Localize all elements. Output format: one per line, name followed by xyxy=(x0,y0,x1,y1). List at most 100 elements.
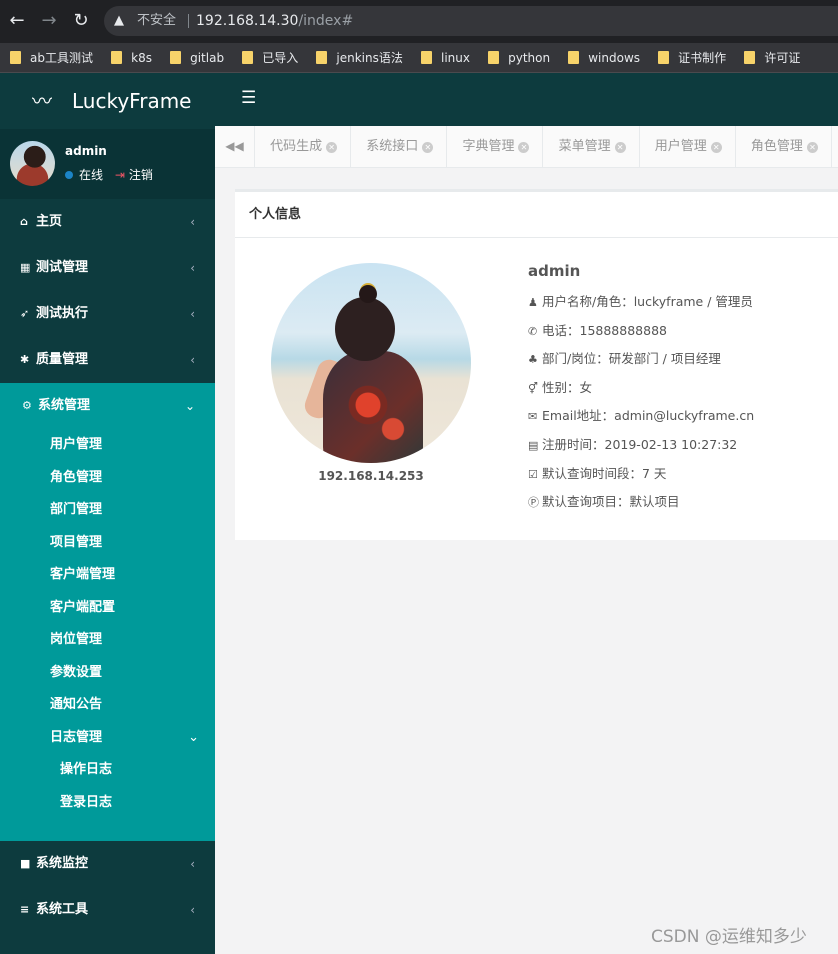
sidebar-subitem[interactable]: 项目管理 xyxy=(0,527,215,560)
bookmark[interactable]: gitlab xyxy=(170,43,224,72)
user-status: 在线 ⇥ 注销 xyxy=(65,166,153,183)
sidebar-system-group: ⚙ 系统管理 ⌄ 用户管理 角色管理 部门管理 项目管理 客户端管理 客户端配置 岗… xyxy=(0,383,215,841)
calendar-icon: ▤ xyxy=(528,438,539,452)
online-label: 在线 xyxy=(79,168,104,182)
warning-icon[interactable]: ▲ xyxy=(114,6,124,36)
app-header xyxy=(215,73,838,126)
close-icon[interactable]: ✕ xyxy=(710,142,722,153)
folder-icon xyxy=(10,51,21,64)
sidebar-subitem[interactable]: 通知公告 xyxy=(0,689,215,722)
bookmark[interactable]: 许可证 xyxy=(744,43,800,72)
profile-row: ✉ Email地址：admin@luckyframe.cn xyxy=(528,402,754,431)
tab[interactable]: 角色管理 ✕ xyxy=(740,126,832,167)
address-divider xyxy=(188,14,189,28)
bookmark[interactable]: python xyxy=(488,43,550,72)
profile-row: ✆ 电话：15888888888 xyxy=(528,317,754,346)
logout-link[interactable]: 注销 xyxy=(129,168,153,182)
chevron-down-icon: ⌄ xyxy=(188,729,199,745)
bookmark[interactable]: 已导入 xyxy=(242,43,298,72)
sidebar-subsubitem[interactable]: 操作日志 xyxy=(0,754,215,787)
folder-icon xyxy=(242,51,254,64)
project-icon: Ⓟ xyxy=(528,496,539,510)
folder-icon xyxy=(420,51,432,64)
hamburger-menu-icon[interactable]: ☰ xyxy=(241,88,256,108)
folder-icon xyxy=(744,51,756,64)
sidebar-item-home[interactable]: ⌂ 主页 ‹ xyxy=(0,199,215,245)
tab[interactable]: 系统接口 ✕ xyxy=(355,126,448,167)
logout-icon[interactable]: ⇥ xyxy=(115,168,125,182)
close-icon[interactable]: ✕ xyxy=(326,142,338,153)
tab[interactable]: 用户管理 ✕ xyxy=(644,126,736,167)
sidebar-item-quality[interactable]: ✱ 质量管理 ‹ xyxy=(0,337,215,383)
avatar[interactable] xyxy=(10,141,55,186)
brand-logo[interactable]: 〰 LuckyFrame xyxy=(0,73,215,129)
bug-icon: ✱ xyxy=(20,353,30,366)
folder-icon xyxy=(111,51,123,64)
bookmark[interactable]: windows xyxy=(568,43,640,72)
profile-ip: 192.168.14.253 xyxy=(318,469,424,483)
bookmark[interactable]: linux xyxy=(420,43,470,72)
reload-icon[interactable]: ↻ xyxy=(70,10,92,32)
tab[interactable]: 字典管理 ✕ xyxy=(451,126,544,167)
url-text[interactable]: 192.168.14.30/index# xyxy=(196,6,353,36)
bookmark[interactable]: ab工具测试 xyxy=(10,43,93,72)
gender-icon: ⚥ xyxy=(528,381,538,395)
sidebar-item-system[interactable]: ⚙ 系统管理 ⌄ xyxy=(0,383,215,429)
tab[interactable]: 菜单管理 ✕ xyxy=(548,126,640,167)
sidebar: 〰 LuckyFrame admin 在线 ⇥ 注销 ⌂ 主页 ‹ ▦ 测试管理 ‹ ➶ 测试… xyxy=(0,73,215,954)
chevron-left-icon: ‹ xyxy=(190,307,195,321)
watermark: CSDN @运维知多少 xyxy=(651,927,807,947)
sidebar-subitem[interactable]: 客户端配置 xyxy=(0,592,215,625)
close-icon[interactable]: ✕ xyxy=(422,142,434,153)
profile-row: ⚥ 性别：女 xyxy=(528,374,754,403)
sidebar-subitem[interactable]: 客户端管理 xyxy=(0,559,215,592)
sidebar-subitem[interactable]: 部门管理 xyxy=(0,494,215,527)
sidebar-group-padding xyxy=(0,819,215,841)
profile-row: ☑ 默认查询时间段：7 天 xyxy=(528,460,754,489)
profile-name: admin xyxy=(528,262,581,280)
address-bar[interactable]: ▲ 不安全 192.168.14.30/index# xyxy=(104,6,838,36)
security-label: 不安全 xyxy=(137,13,177,28)
phone-icon: ✆ xyxy=(528,324,538,338)
folder-icon xyxy=(316,51,328,64)
double-chevron-left-icon[interactable]: ◀◀ xyxy=(215,126,255,167)
forward-arrow-icon[interactable]: → xyxy=(38,10,60,32)
bird-logo-icon: 〰 xyxy=(32,89,52,113)
profile-panel: 个人信息 192.168.14.253 admin ♟ 用户名称/角色：lucky… xyxy=(235,189,838,540)
sidebar-item-tools[interactable]: ≡ 系统工具 ‹ xyxy=(0,887,215,933)
sidebar-subsubitem[interactable]: 登录日志 xyxy=(0,787,215,820)
folder-icon xyxy=(170,51,182,64)
bookmark[interactable]: 证书制作 xyxy=(658,43,726,72)
sidebar-item-test-execution[interactable]: ➶ 测试执行 ‹ xyxy=(0,291,215,337)
bookmarks-bar: ab工具测试 k8s gitlab 已导入 jenkins语法 linux py… xyxy=(0,43,838,73)
profile-photo[interactable] xyxy=(271,263,471,463)
sidebar-subitem[interactable]: 用户管理 xyxy=(0,429,215,462)
browser-toolbar: ← → ↻ ▲ 不安全 192.168.14.30/index# xyxy=(0,0,838,43)
chevron-left-icon: ‹ xyxy=(190,215,195,229)
profile-row: ♣ 部门/岗位：研发部门 / 项目经理 xyxy=(528,345,754,374)
sidebar-item-test-management[interactable]: ▦ 测试管理 ‹ xyxy=(0,245,215,291)
profile-row: ▤ 注册时间：2019-02-13 10:27:32 xyxy=(528,431,754,460)
bookmark[interactable]: jenkins语法 xyxy=(316,43,403,72)
chevron-left-icon: ‹ xyxy=(190,857,195,871)
brand-name: LuckyFrame xyxy=(72,89,192,113)
sidebar-subitem[interactable]: 角色管理 xyxy=(0,462,215,495)
tab[interactable]: 代码生成 ✕ xyxy=(259,126,352,167)
video-icon: ■ xyxy=(20,857,31,870)
sidebar-subitem-log[interactable]: 日志管理 ⌄ xyxy=(0,722,215,755)
sidebar-subitem[interactable]: 岗位管理 xyxy=(0,624,215,657)
gear-icon: ⚙ xyxy=(22,399,32,412)
close-icon[interactable]: ✕ xyxy=(806,142,818,153)
close-icon[interactable]: ✕ xyxy=(614,142,626,153)
back-arrow-icon[interactable]: ← xyxy=(6,10,28,32)
bookmark[interactable]: k8s xyxy=(111,43,152,72)
folder-icon xyxy=(658,51,670,64)
sidebar-subitem[interactable]: 参数设置 xyxy=(0,657,215,690)
sidebar-item-monitor[interactable]: ■ 系统监控 ‹ xyxy=(0,841,215,887)
chevron-left-icon: ‹ xyxy=(190,903,195,917)
profile-row: ♟ 用户名称/角色：luckyframe / 管理员 xyxy=(528,288,754,317)
close-icon[interactable]: ✕ xyxy=(518,142,530,153)
profile-info: admin ♟ 用户名称/角色：luckyframe / 管理员 ✆ 电话：1588… xyxy=(528,262,754,517)
user-icon: ♟ xyxy=(528,296,538,309)
chevron-left-icon: ‹ xyxy=(190,353,195,367)
